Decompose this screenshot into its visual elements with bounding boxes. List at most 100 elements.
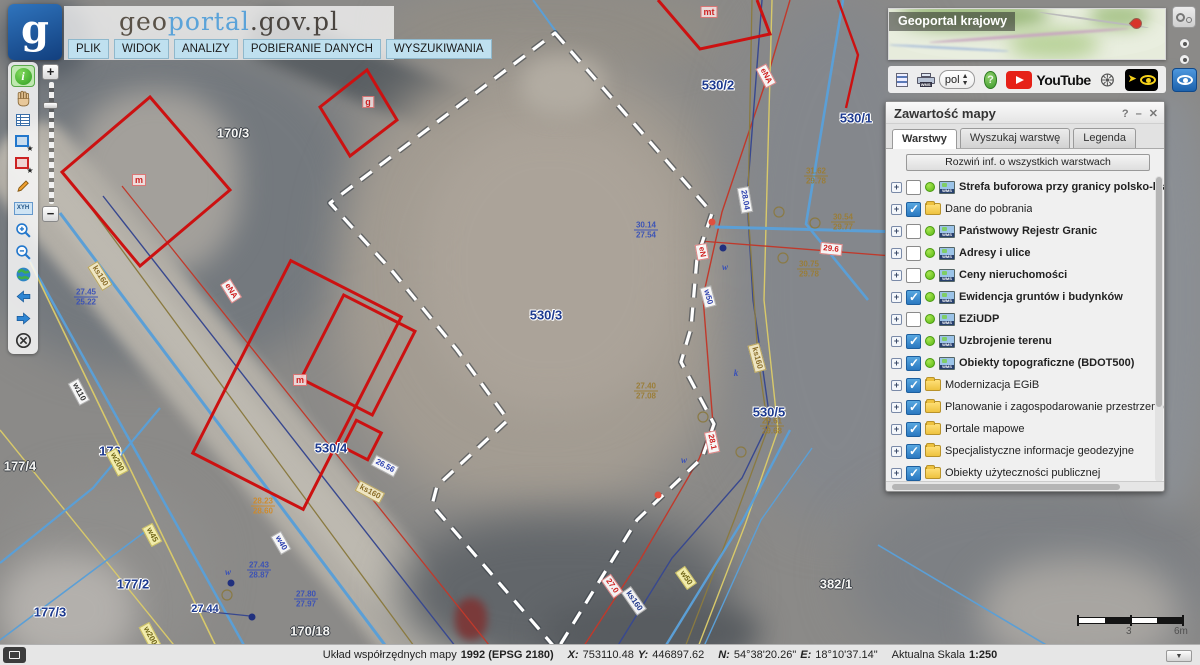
zoom-out-tool[interactable]	[11, 241, 35, 263]
building-function-label: m	[131, 174, 147, 186]
layer-status-dot	[925, 358, 935, 368]
elevation-pair: 29.61 29.68	[759, 416, 785, 436]
pan-hand-tool[interactable]	[11, 87, 35, 109]
youtube-button[interactable]: YouTube	[1006, 70, 1091, 89]
zoom-slider-track[interactable]	[48, 82, 54, 204]
menu-button-pobieranie-danych[interactable]: POBIERANIE DANYCH	[242, 39, 381, 59]
expand-all-layers-button[interactable]: Rozwiń inf. o wszystkich warstwach	[906, 154, 1150, 171]
zoom-in-tool[interactable]	[11, 219, 35, 241]
layer-row-11[interactable]: + Portale mapowe	[891, 418, 1164, 440]
overview-map[interactable]: Geoportal krajowy	[888, 8, 1166, 60]
layer-row-13[interactable]: + Obiekty użyteczności publicznej	[891, 462, 1164, 481]
expand-plus-icon[interactable]: +	[891, 379, 902, 391]
panel-close-button[interactable]: ✕	[1149, 107, 1158, 120]
horizontal-scrollbar-thumb[interactable]	[892, 484, 1120, 490]
select-area-tool[interactable]: ★	[11, 131, 35, 153]
expand-plus-icon[interactable]: +	[891, 181, 902, 193]
nav-forward-tool-icon	[16, 311, 30, 325]
layer-checkbox[interactable]	[906, 311, 921, 327]
layer-row-7[interactable]: + Uzbrojenie terenu	[891, 330, 1164, 352]
layer-checkbox[interactable]	[906, 465, 921, 481]
layer-row-10[interactable]: + Planowanie i zagospodarowanie przestrze…	[891, 396, 1164, 418]
contrast-mode-button[interactable]: ➤	[1125, 68, 1158, 91]
layer-row-2[interactable]: + Państwowy Rejestr Granic	[891, 220, 1164, 242]
expand-plus-icon[interactable]: +	[891, 357, 902, 369]
attribute-table-tool[interactable]	[11, 109, 35, 131]
expand-plus-icon[interactable]: +	[891, 401, 902, 413]
expand-plus-icon[interactable]: +	[891, 203, 902, 215]
clear-selection-tool-icon: ★	[14, 157, 34, 175]
vertical-scrollbar[interactable]	[1155, 176, 1163, 481]
zoom-slider-thumb[interactable]	[43, 102, 58, 109]
layer-row-6[interactable]: + EZiUDP	[891, 308, 1164, 330]
parcel-label-382-1: 382/1	[819, 576, 853, 592]
menu-button-analizy[interactable]: ANALIZY	[173, 39, 238, 59]
horizontal-scrollbar[interactable]	[886, 481, 1164, 491]
wheel-icon[interactable]	[1100, 70, 1115, 90]
geoportal-logo[interactable]: g	[8, 4, 62, 60]
layer-checkbox[interactable]	[906, 245, 921, 261]
visibility-eye-button[interactable]	[1172, 68, 1197, 92]
zoom-minus-button[interactable]: −	[42, 206, 59, 222]
vertical-scrollbar-thumb[interactable]	[1156, 177, 1162, 407]
overview-settings-button[interactable]	[1172, 6, 1196, 28]
expand-plus-icon[interactable]: +	[891, 269, 902, 281]
tab-legenda[interactable]: Legenda	[1073, 128, 1137, 148]
menu-button-wyszukiwania[interactable]: WYSZUKIWANIA	[385, 39, 492, 59]
layer-checkbox[interactable]	[906, 223, 921, 239]
fullscreen-monitor-button[interactable]	[3, 647, 26, 663]
full-extent-globe-tool[interactable]	[11, 263, 35, 285]
layer-row-8[interactable]: + Obiekty topograficzne (BDOT500)	[891, 352, 1164, 374]
printer-icon[interactable]: WMS	[916, 72, 935, 87]
menu-button-widok[interactable]: WIDOK	[113, 39, 169, 59]
panel-help-button[interactable]: ?	[1122, 108, 1129, 120]
nav-back-tool[interactable]	[11, 285, 35, 307]
layer-checkbox[interactable]	[906, 267, 921, 283]
layer-checkbox[interactable]	[906, 377, 921, 393]
expand-plus-icon[interactable]: +	[891, 445, 902, 457]
layer-checkbox[interactable]	[906, 355, 921, 371]
expand-plus-icon[interactable]: +	[891, 247, 902, 259]
xyh-coordinates-tool[interactable]: XYH	[11, 197, 35, 219]
status-dropdown-button[interactable]: ▼	[1166, 650, 1192, 662]
language-select[interactable]: pol ▲ ▼	[938, 70, 975, 89]
layer-checkbox[interactable]	[906, 333, 921, 349]
layer-checkbox[interactable]	[906, 443, 921, 459]
info-tool[interactable]: i	[11, 65, 35, 87]
zoom-plus-button[interactable]: +	[42, 64, 59, 80]
layer-checkbox[interactable]	[906, 289, 921, 305]
layer-checkbox[interactable]	[906, 201, 921, 217]
layer-list: + Strefa buforowa przy granicy polsko-bia…	[886, 174, 1164, 481]
expand-plus-icon[interactable]: +	[891, 225, 902, 237]
expand-plus-icon[interactable]: +	[891, 335, 902, 347]
layer-row-0[interactable]: + Strefa buforowa przy granicy polsko-bia…	[891, 176, 1164, 198]
cancel-tool[interactable]	[11, 329, 35, 351]
menu-button-plik[interactable]: PLIK	[68, 39, 109, 59]
overview-toggle-dot-2[interactable]	[1179, 54, 1190, 65]
panel-tabs: Warstwy Wyszukaj warstwę Legenda	[886, 124, 1164, 149]
layer-checkbox[interactable]	[906, 179, 921, 195]
expand-plus-icon[interactable]: +	[891, 291, 902, 303]
overview-toggle-dot-1[interactable]	[1179, 38, 1190, 49]
layer-checkbox[interactable]	[906, 399, 921, 415]
layer-checkbox[interactable]	[906, 421, 921, 437]
monitor-icon	[9, 651, 20, 659]
layer-row-5[interactable]: + Ewidencja gruntów i budynków	[891, 286, 1164, 308]
layer-row-1[interactable]: + Dane do pobrania	[891, 198, 1164, 220]
zoom-slider[interactable]: + −	[42, 64, 60, 222]
layer-row-3[interactable]: + Adresy i ulice	[891, 242, 1164, 264]
legend-icon[interactable]	[896, 72, 908, 87]
layer-row-12[interactable]: + Specjalistyczne informacje geodezyjne	[891, 440, 1164, 462]
layer-row-9[interactable]: + Modernizacja EGiB	[891, 374, 1164, 396]
clear-selection-tool[interactable]: ★	[11, 153, 35, 175]
draw-pencil-tool[interactable]	[11, 175, 35, 197]
help-button[interactable]: ?	[983, 70, 998, 89]
layer-row-4[interactable]: + Ceny nieruchomości	[891, 264, 1164, 286]
tab-warstwy[interactable]: Warstwy	[892, 129, 957, 149]
expand-plus-icon[interactable]: +	[891, 313, 902, 325]
nav-forward-tool[interactable]	[11, 307, 35, 329]
panel-minimize-button[interactable]: –	[1136, 108, 1142, 120]
tab-wyszukaj-warstwę[interactable]: Wyszukaj warstwę	[959, 128, 1071, 148]
expand-plus-icon[interactable]: +	[891, 467, 902, 479]
expand-plus-icon[interactable]: +	[891, 423, 902, 435]
